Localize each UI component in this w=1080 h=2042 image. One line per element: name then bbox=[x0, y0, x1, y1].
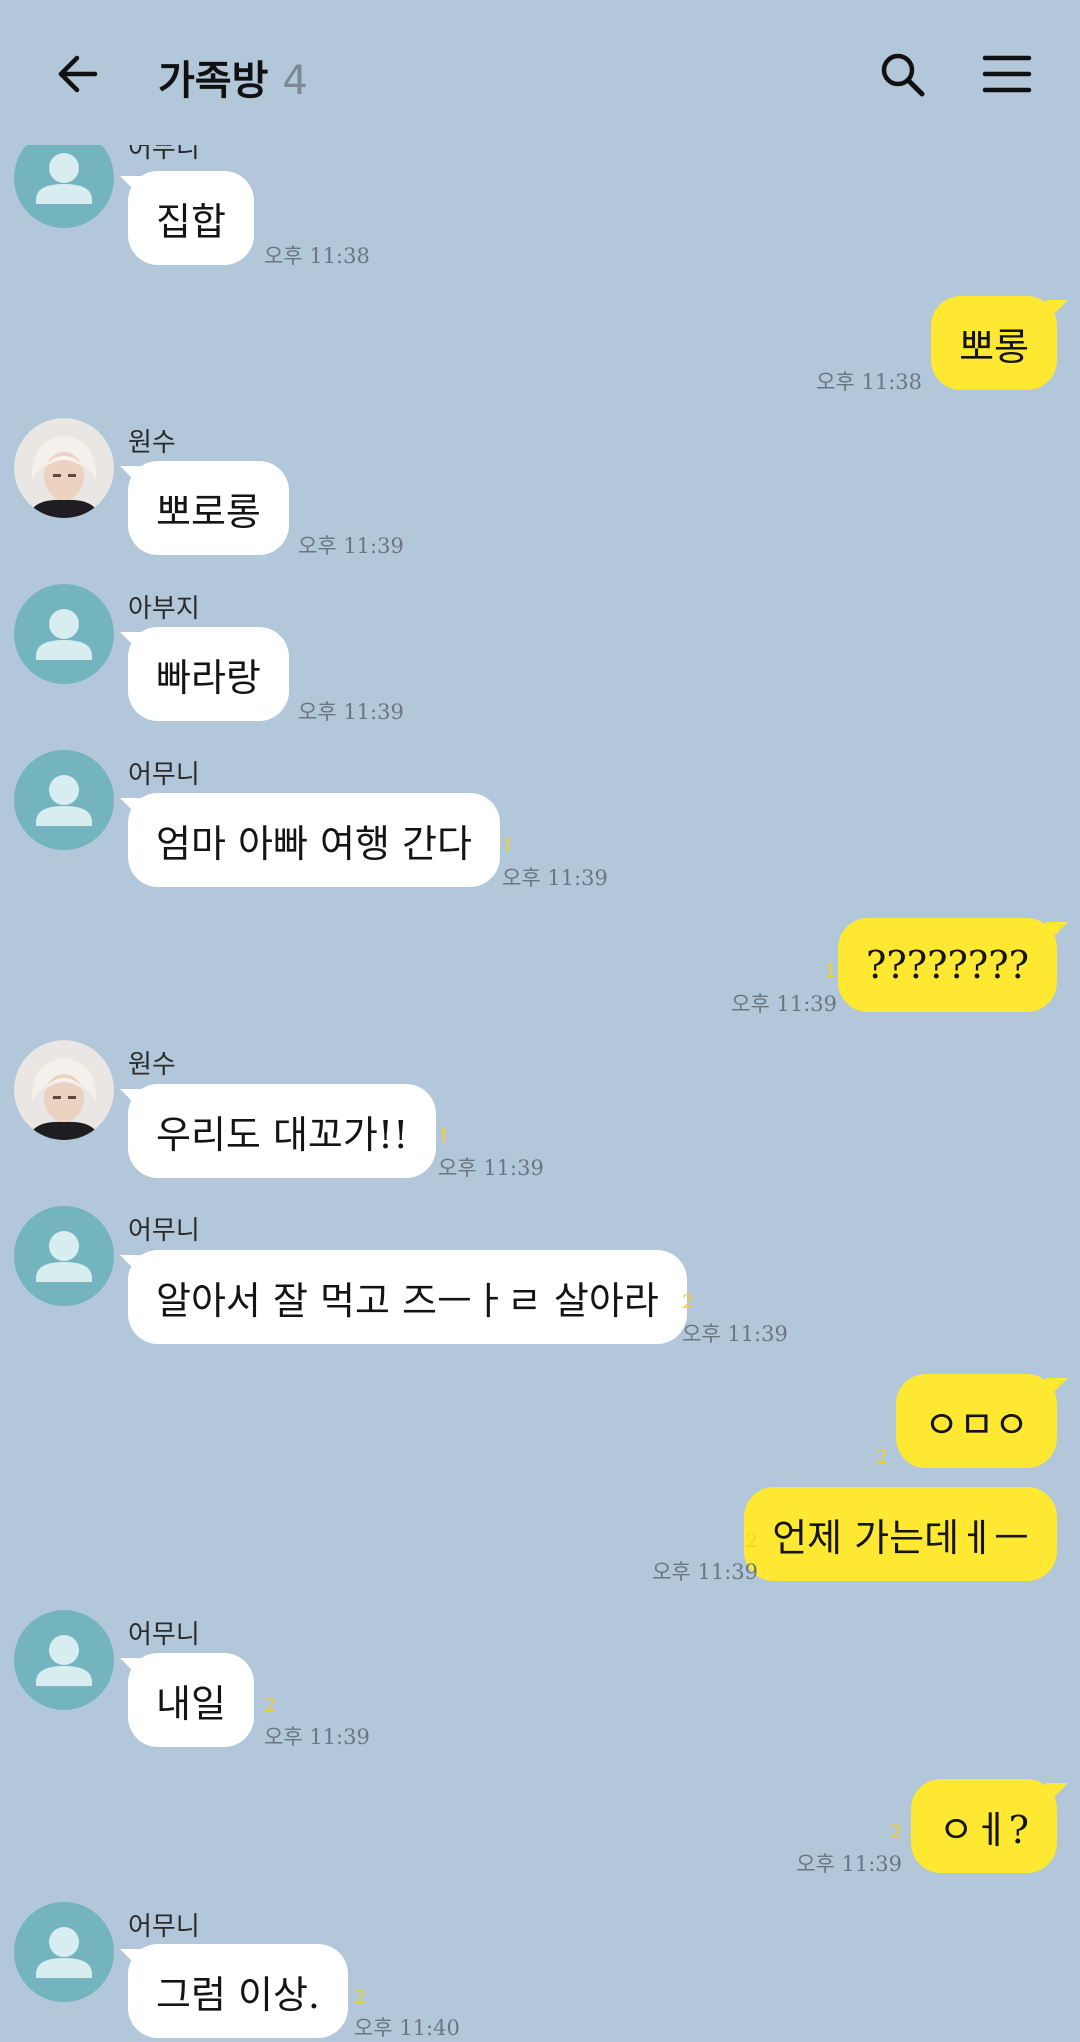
avatar[interactable] bbox=[14, 1040, 114, 1140]
avatar[interactable] bbox=[14, 1902, 114, 2002]
avatar[interactable] bbox=[14, 584, 114, 684]
bubble-tail bbox=[1046, 1783, 1068, 1805]
message-text: 언제 가는데ㅔㅡ bbox=[772, 1515, 1029, 1560]
unread-count: 1 bbox=[824, 960, 837, 982]
bubble-tail bbox=[120, 1089, 142, 1111]
message-text: 알아서 잘 먹고 즈ㅡㅏㄹ 살아라 bbox=[156, 1278, 659, 1323]
message-time: 오후 11:40 bbox=[354, 2016, 460, 2040]
default-profile-icon bbox=[36, 1635, 92, 1686]
search-button[interactable] bbox=[870, 42, 934, 106]
message-time: 오후 11:39 bbox=[298, 534, 404, 558]
bubble-tail bbox=[1046, 922, 1068, 944]
message-bubble[interactable]: 내일 bbox=[128, 1653, 254, 1747]
bubble-tail bbox=[120, 1949, 142, 1971]
bubble-tail bbox=[120, 466, 142, 488]
message-bubble[interactable]: 알아서 잘 먹고 즈ㅡㅏㄹ 살아라 bbox=[128, 1250, 687, 1344]
message-time: 오후 11:39 bbox=[502, 866, 608, 890]
default-profile-icon bbox=[36, 609, 92, 660]
unread-count: 2 bbox=[354, 1986, 367, 2008]
message-text: 내일 bbox=[156, 1681, 226, 1726]
message-time: 오후 11:39 bbox=[264, 1725, 370, 1749]
message-text: 그럼 이상. bbox=[156, 1972, 320, 2017]
message-bubble[interactable]: ㅇㅔ? bbox=[910, 1779, 1057, 1873]
unread-count: 1 bbox=[438, 1125, 451, 1147]
avatar[interactable] bbox=[14, 1610, 114, 1710]
sender-name: 아부지 bbox=[128, 594, 200, 624]
chat-title-group[interactable]: 가족방 4 bbox=[158, 48, 308, 106]
chat-room-title: 가족방 bbox=[158, 58, 269, 104]
bubble-tail bbox=[1046, 1378, 1068, 1400]
default-profile-icon bbox=[36, 1231, 92, 1282]
default-profile-icon bbox=[36, 1927, 92, 1978]
message-text: 뽀로롱 bbox=[156, 489, 261, 534]
message-text: 집합 bbox=[156, 199, 226, 244]
sender-name: 원수 bbox=[128, 428, 176, 458]
bubble-tail bbox=[1046, 300, 1068, 322]
sender-name: 어무니 bbox=[128, 760, 200, 790]
message-bubble[interactable]: 언제 가는데ㅔㅡ bbox=[744, 1487, 1057, 1581]
bubble-tail bbox=[120, 1255, 142, 1277]
message-time: 오후 11:39 bbox=[298, 700, 404, 724]
message-bubble[interactable]: ㅇㅁㅇ bbox=[896, 1374, 1057, 1468]
avatar[interactable] bbox=[14, 418, 114, 518]
sender-name: 어무니 bbox=[128, 1912, 200, 1942]
message-time: 오후 11:38 bbox=[816, 370, 922, 394]
message-time: 오후 11:38 bbox=[264, 244, 370, 268]
default-profile-icon bbox=[36, 775, 92, 826]
message-text: 엄마 아빠 여행 간다 bbox=[156, 821, 472, 866]
message-bubble[interactable]: ???????? bbox=[838, 918, 1057, 1012]
message-time: 오후 11:39 bbox=[731, 992, 837, 1016]
member-count: 4 bbox=[282, 58, 308, 104]
message-time: 오후 11:39 bbox=[438, 1156, 544, 1180]
message-bubble[interactable]: 뽀롱 bbox=[931, 296, 1057, 390]
message-time: 오후 11:39 bbox=[652, 1560, 758, 1584]
bubble-tail bbox=[120, 632, 142, 654]
bubble-tail bbox=[120, 176, 142, 198]
message-bubble[interactable]: 빠라랑 bbox=[128, 627, 289, 721]
message-text: ???????? bbox=[866, 943, 1029, 987]
message-bubble[interactable]: 엄마 아빠 여행 간다 bbox=[128, 793, 500, 887]
menu-icon bbox=[982, 55, 1032, 93]
unread-count: 2 bbox=[682, 1291, 695, 1313]
message-bubble[interactable]: 뽀로롱 bbox=[128, 461, 289, 555]
profile-photo-icon bbox=[14, 1040, 114, 1140]
arrow-left-icon bbox=[58, 55, 98, 93]
avatar[interactable] bbox=[14, 1206, 114, 1306]
unread-count: 2 bbox=[745, 1530, 758, 1552]
menu-button[interactable] bbox=[975, 42, 1039, 106]
message-time: 오후 11:39 bbox=[796, 1852, 902, 1876]
message-text: 뽀롱 bbox=[959, 324, 1029, 369]
unread-count: 2 bbox=[264, 1694, 277, 1716]
unread-count: 2 bbox=[875, 1446, 888, 1468]
message-text: ㅇㅔ? bbox=[938, 1807, 1029, 1852]
unread-count: 2 bbox=[889, 1821, 902, 1843]
profile-photo-icon bbox=[14, 418, 114, 518]
message-time: 오후 11:39 bbox=[682, 1322, 788, 1346]
message-bubble[interactable]: 우리도 대꼬가!! bbox=[128, 1084, 437, 1178]
bubble-tail bbox=[120, 798, 142, 820]
back-button[interactable] bbox=[45, 42, 109, 106]
message-text: 우리도 대꼬가!! bbox=[156, 1112, 409, 1157]
message-text: 빠라랑 bbox=[156, 655, 261, 700]
message-text: ㅇㅁㅇ bbox=[924, 1402, 1029, 1447]
chat-header: 가족방 4 bbox=[0, 0, 1080, 145]
sender-name: 어무니 bbox=[128, 1620, 200, 1650]
chat-area[interactable]: 어무니 집합 오후 11:38 뽀롱 오후 11:38 원수 뽀로롱 오후 11… bbox=[0, 0, 1080, 2040]
sender-name: 원수 bbox=[128, 1050, 176, 1080]
message-bubble[interactable]: 그럼 이상. bbox=[128, 1944, 348, 2038]
bubble-tail bbox=[120, 1658, 142, 1680]
unread-count: 1 bbox=[502, 835, 515, 857]
message-bubble[interactable]: 집합 bbox=[128, 171, 254, 265]
avatar[interactable] bbox=[14, 750, 114, 850]
search-icon bbox=[881, 53, 925, 97]
sender-name: 어무니 bbox=[128, 1216, 200, 1246]
